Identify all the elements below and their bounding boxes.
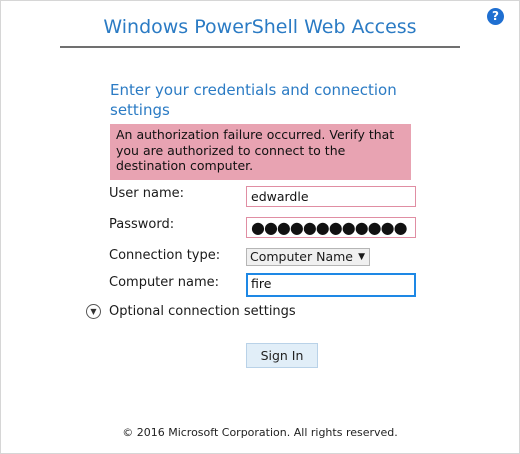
form-subtitle: Enter your credentials and connection se… [110,81,397,119]
copyright-footer: © 2016 Microsoft Corporation. All rights… [122,426,398,439]
connection-type-value: Computer Name [250,249,353,264]
title-divider [60,46,460,48]
connection-type-label: Connection type: [109,248,221,263]
user-name-label: User name: [109,186,185,201]
computer-name-field[interactable]: fire [246,273,416,297]
expand-chevron-icon: ▼ [86,304,101,319]
connection-type-select[interactable]: Computer Name ▼ [246,248,370,266]
help-icon[interactable]: ? [487,8,504,25]
chevron-down-icon: ▼ [358,252,365,262]
page-title: Windows PowerShell Web Access [103,16,417,38]
password-label: Password: [109,217,175,232]
password-field[interactable]: ●●●●●●●●●●●● [246,217,416,238]
sign-in-button[interactable]: Sign In [246,343,318,368]
computer-name-label: Computer name: [109,275,220,290]
user-name-field[interactable]: edwardle [246,186,416,207]
optional-settings-label: Optional connection settings [109,304,296,319]
optional-settings-toggle[interactable]: ▼ Optional connection settings [86,304,296,319]
error-message: An authorization failure occurred. Verif… [110,124,411,180]
